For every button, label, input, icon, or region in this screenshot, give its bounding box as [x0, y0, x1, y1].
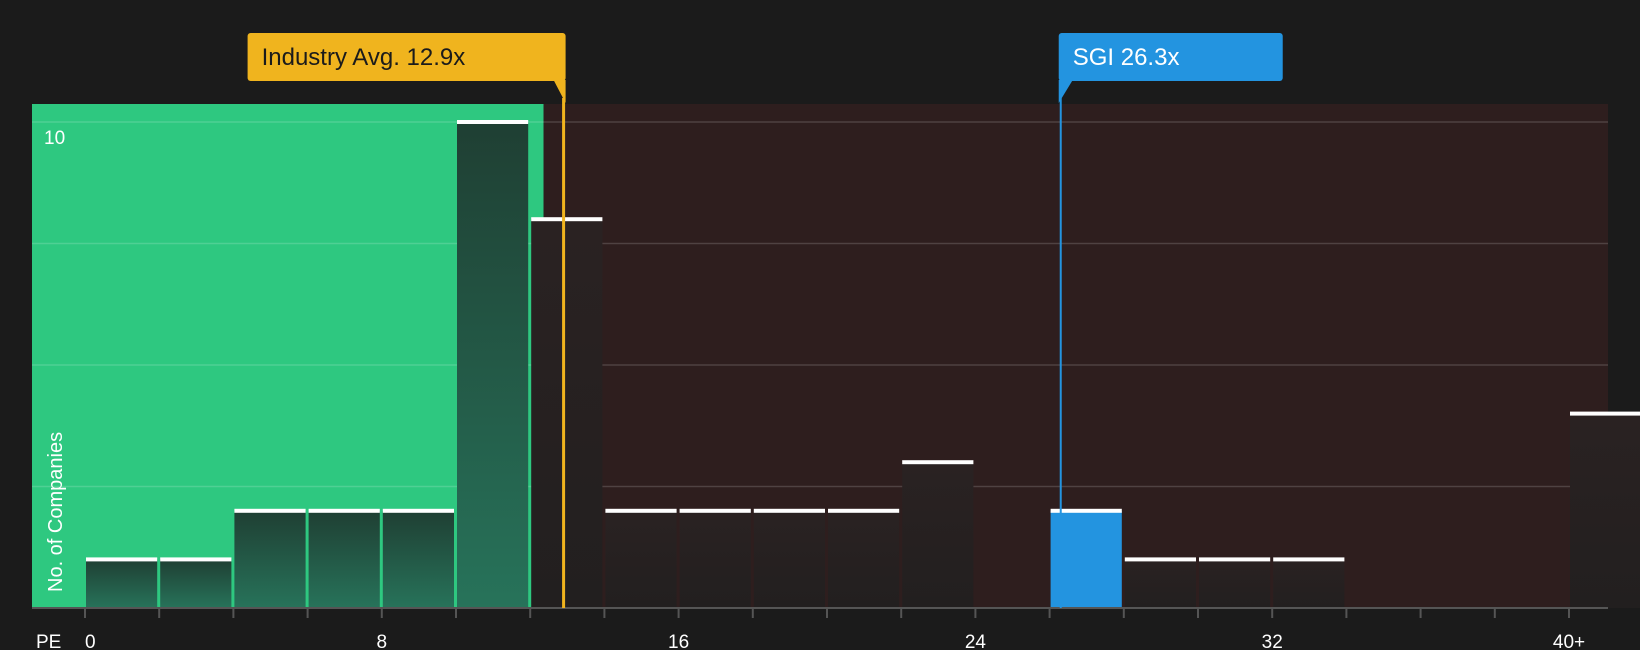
bar-16 — [679, 510, 751, 608]
bar-0 — [86, 559, 158, 608]
bar-22 — [902, 462, 974, 608]
bar-12 — [531, 219, 603, 608]
sgi-label: SGI 26.3x — [1073, 44, 1180, 71]
bar-cap-18 — [753, 508, 825, 513]
bar-32 — [1273, 559, 1345, 608]
bar-18 — [753, 510, 825, 608]
bar-cap-14 — [605, 508, 677, 513]
bar-cap-2 — [160, 557, 232, 562]
industry-avg-pointer — [553, 80, 566, 103]
y-axis-label: No. of Companies — [45, 432, 67, 592]
bar-cap-6 — [308, 508, 380, 513]
x-tick-label: 24 — [965, 632, 987, 650]
bar-20 — [828, 510, 900, 608]
x-tick-label: 32 — [1262, 632, 1283, 650]
bar-14 — [605, 510, 677, 608]
bar-cap-8 — [382, 508, 454, 513]
bar-28 — [1124, 559, 1196, 608]
y-tick-label: 10 — [44, 128, 65, 149]
x-tick-label: 8 — [377, 632, 388, 650]
bar-cap-40 — [1570, 411, 1640, 416]
bar-cap-12 — [531, 217, 603, 222]
x-tick-label: 40+ — [1553, 632, 1585, 650]
bar-cap-30 — [1199, 557, 1271, 562]
bar-30 — [1199, 559, 1271, 608]
bar-2 — [160, 559, 232, 608]
bar-10 — [457, 122, 529, 608]
bar-6 — [308, 510, 380, 608]
bar-cap-10 — [457, 120, 529, 124]
industry-avg-label: Industry Avg. 12.9x — [262, 44, 466, 71]
bar-cap-0 — [86, 557, 158, 562]
bar-cap-4 — [234, 508, 306, 513]
x-axis: 0 8 16 24 32 40+ — [32, 607, 1608, 650]
bar-cap-22 — [902, 460, 974, 465]
bar-cap-28 — [1124, 557, 1196, 562]
pe-distribution-chart: 0 8 16 24 32 40+ Industry Avg. 12.9x SGI 26.3x… — [32, 33, 1640, 650]
bar-cap-16 — [679, 508, 751, 513]
x-tick-label: 0 — [85, 632, 96, 650]
bar-cap-32 — [1273, 557, 1345, 562]
bar-cap-20 — [828, 508, 900, 513]
x-axis-label: PE — [36, 632, 61, 650]
bar-40 — [1570, 413, 1640, 608]
sgi-pointer — [1058, 80, 1073, 103]
bar-4 — [234, 510, 306, 608]
bar-8 — [382, 510, 454, 608]
x-tick-label: 16 — [668, 632, 689, 650]
